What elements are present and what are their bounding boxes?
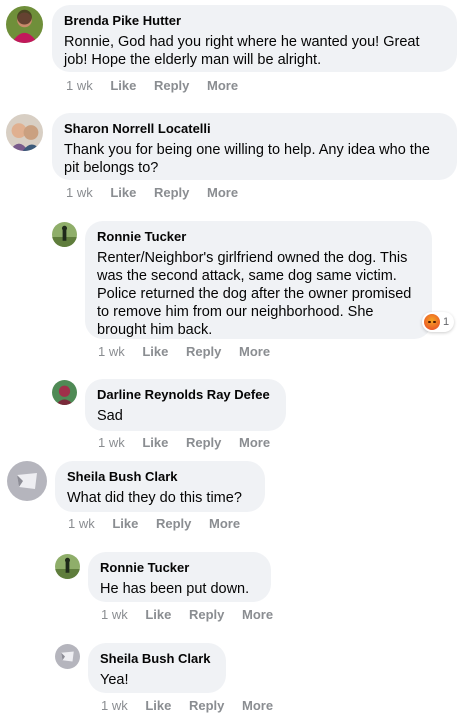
more-button[interactable]: More [242,607,273,622]
comment-text: He has been put down. [100,581,250,597]
comment-bubble: Sheila Bush Clark Yea! [88,643,226,693]
more-button[interactable]: More [239,435,270,450]
like-button[interactable]: Like [145,698,171,713]
avatar[interactable] [55,644,80,669]
comment-bubble: Darline Reynolds Ray Defee Sad [85,379,286,431]
reply-button[interactable]: Reply [186,435,221,450]
comment-actions: 1 wk Like Reply More [66,78,252,93]
comment-text: What did they do this time? [67,490,242,506]
comment-actions: 1 wk Like Reply More [68,516,254,531]
comment-bubble: Ronnie Tucker He has been put down. [88,552,271,602]
comment-author[interactable]: Ronnie Tucker [97,229,420,245]
reply-button[interactable]: Reply [154,185,189,200]
reply-button[interactable]: Reply [189,698,224,713]
comment-actions: 1 wk Like Reply More [98,435,284,450]
more-button[interactable]: More [207,78,238,93]
comment-actions: 1 wk Like Reply More [101,698,287,713]
avatar[interactable] [6,114,43,151]
avatar[interactable] [55,554,80,579]
like-button[interactable]: Like [142,435,168,450]
reaction-count: 1 [443,316,450,328]
comment-bubble: Ronnie Tucker Renter/Neighbor's girlfrie… [85,221,432,339]
comment-bubble: Brenda Pike Hutter Ronnie, God had you r… [52,5,457,72]
comment-text: Sad [97,408,123,424]
angry-reaction-icon [424,314,440,330]
reply-button[interactable]: Reply [156,516,191,531]
like-button[interactable]: Like [110,78,136,93]
avatar[interactable] [52,380,77,405]
comment-timestamp[interactable]: 1 wk [66,185,93,200]
comment-text: Yea! [100,672,129,688]
comment-bubble: Sheila Bush Clark What did they do this … [55,461,265,512]
comment-text: Renter/Neighbor's girlfriend owned the d… [97,250,412,338]
comment-actions: 1 wk Like Reply More [101,607,287,622]
comment-timestamp[interactable]: 1 wk [66,78,93,93]
like-button[interactable]: Like [145,607,171,622]
comment-bubble: Sharon Norrell Locatelli Thank you for b… [52,113,457,180]
like-button[interactable]: Like [110,185,136,200]
comment-author[interactable]: Ronnie Tucker [100,560,259,576]
reply-button[interactable]: Reply [186,344,221,359]
reaction-badge[interactable]: 1 [422,312,455,332]
avatar[interactable] [52,222,77,247]
more-button[interactable]: More [207,185,238,200]
comment-actions: 1 wk Like Reply More [66,185,252,200]
like-button[interactable]: Like [142,344,168,359]
comment-text: Thank you for being one willing to help.… [64,142,430,176]
comment-timestamp[interactable]: 1 wk [98,435,125,450]
comment-timestamp[interactable]: 1 wk [68,516,95,531]
more-button[interactable]: More [242,698,273,713]
avatar[interactable] [6,6,43,43]
comment-author[interactable]: Darline Reynolds Ray Defee [97,387,274,403]
comment-timestamp[interactable]: 1 wk [98,344,125,359]
comment-author[interactable]: Brenda Pike Hutter [64,13,445,29]
comment-timestamp[interactable]: 1 wk [101,607,128,622]
reply-button[interactable]: Reply [154,78,189,93]
comment-author[interactable]: Sheila Bush Clark [100,651,214,667]
more-button[interactable]: More [239,344,270,359]
reply-button[interactable]: Reply [189,607,224,622]
comment-author[interactable]: Sheila Bush Clark [67,469,253,485]
like-button[interactable]: Like [112,516,138,531]
avatar[interactable] [7,461,47,501]
comment-author[interactable]: Sharon Norrell Locatelli [64,121,445,137]
more-button[interactable]: More [209,516,240,531]
comment-timestamp[interactable]: 1 wk [101,698,128,713]
comment-actions: 1 wk Like Reply More [98,344,284,359]
comment-text: Ronnie, God had you right where he wante… [64,34,420,68]
